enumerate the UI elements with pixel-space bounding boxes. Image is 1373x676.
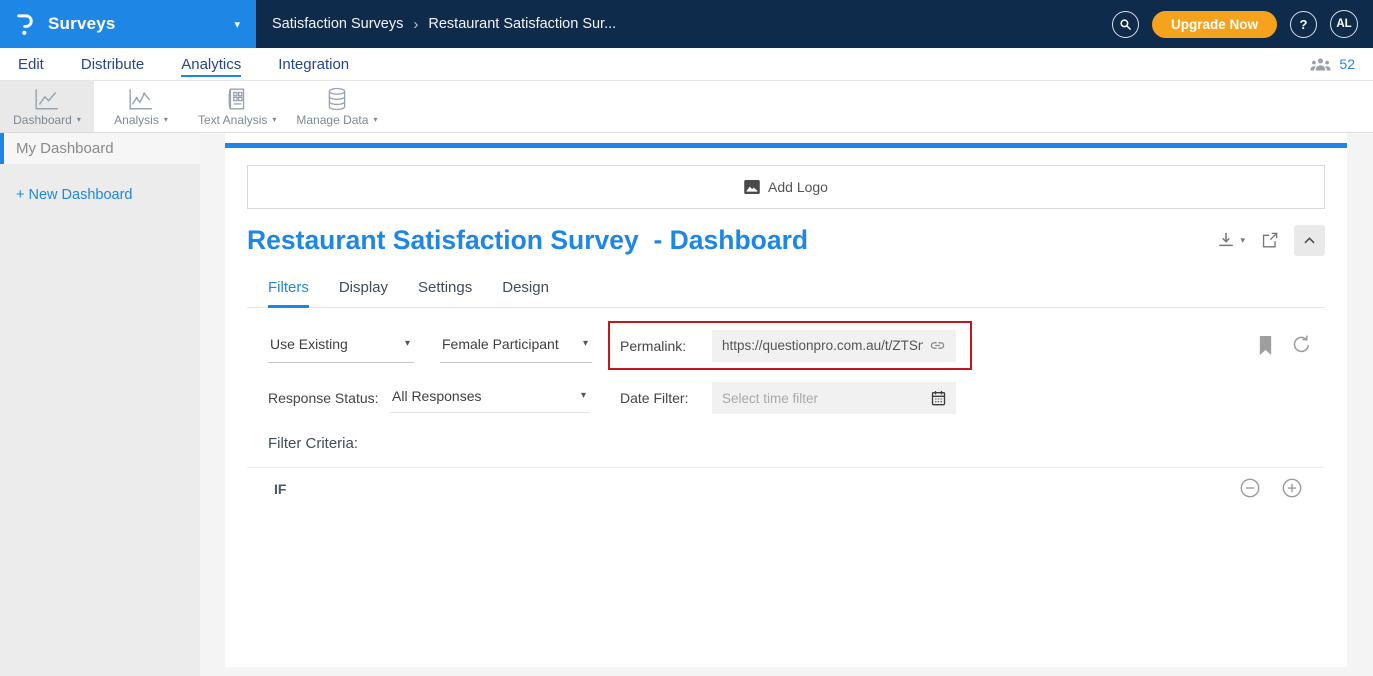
filter-criteria-label: Filter Criteria: xyxy=(268,435,358,452)
tab-settings[interactable]: Settings xyxy=(418,279,472,307)
chevron-down-icon: ▾ xyxy=(164,115,168,124)
breadcrumb-separator-icon: › xyxy=(413,16,418,33)
chevron-down-icon: ▾ xyxy=(77,115,81,124)
questionpro-logo-icon xyxy=(16,12,36,37)
response-status-label: Response Status: xyxy=(268,390,379,406)
topbar-actions: Upgrade Now ? AL xyxy=(1112,10,1373,38)
share-button[interactable] xyxy=(1260,231,1279,250)
card-accent-bar xyxy=(225,143,1347,148)
toolbar-item-analysis[interactable]: Analysis▾ xyxy=(94,81,188,132)
sidebar-item-my-dashboard[interactable]: My Dashboard xyxy=(0,133,200,164)
dashboard-chart-icon xyxy=(34,87,60,111)
collaborators-count: 52 xyxy=(1339,56,1355,72)
reset-filters-button[interactable] xyxy=(1291,334,1312,355)
product-switcher[interactable]: Surveys ▾ xyxy=(0,0,256,48)
page-body: My Dashboard + New Dashboard Add Logo Re… xyxy=(0,133,1373,676)
dashboard-card: Add Logo Restaurant Satisfaction Survey … xyxy=(225,133,1347,667)
analysis-chart-icon xyxy=(128,87,154,111)
permalink-input[interactable]: https://questionpro.com.au/t/ZTSnU xyxy=(712,330,956,362)
new-dashboard-button[interactable]: + New Dashboard xyxy=(0,187,200,203)
help-button[interactable]: ? xyxy=(1290,11,1317,38)
people-icon xyxy=(1310,57,1331,71)
settings-tabs: Filters Display Settings Design xyxy=(247,279,1325,308)
search-icon xyxy=(1119,18,1132,31)
breadcrumb: Satisfaction Surveys › Restaurant Satisf… xyxy=(272,16,616,33)
plus-circle-icon xyxy=(1281,487,1303,502)
title-actions: ▾ xyxy=(1216,225,1325,256)
breadcrumb-folder[interactable]: Satisfaction Surveys xyxy=(272,16,403,32)
caret-down-icon: ▾ xyxy=(583,338,588,349)
minus-circle-icon xyxy=(1239,487,1261,502)
search-button[interactable] xyxy=(1112,11,1139,38)
link-icon[interactable] xyxy=(929,337,946,354)
share-icon xyxy=(1260,237,1279,254)
remove-condition-button[interactable] xyxy=(1239,477,1261,499)
download-icon xyxy=(1216,230,1236,250)
right-gutter xyxy=(1347,133,1373,676)
download-button[interactable]: ▾ xyxy=(1216,230,1245,250)
tab-filters[interactable]: Filters xyxy=(268,279,309,308)
nav-item-analytics[interactable]: Analytics xyxy=(181,56,241,73)
tab-design[interactable]: Design xyxy=(502,279,549,307)
filter-select[interactable]: Use Existing ▾ xyxy=(268,329,414,363)
add-logo-dropzone[interactable]: Add Logo xyxy=(247,165,1325,209)
caret-down-icon: ▾ xyxy=(581,390,586,401)
page-title: Restaurant Satisfaction Survey - Dashboa… xyxy=(247,225,808,256)
participant-select[interactable]: Female Participant ▾ xyxy=(440,329,592,363)
annotation-highlight: Permalink: https://questionpro.com.au/t/… xyxy=(608,321,972,370)
date-filter-label: Date Filter: xyxy=(620,390,688,406)
top-bar: Surveys ▾ Satisfaction Surveys › Restaur… xyxy=(0,0,1373,48)
chevron-down-icon: ▾ xyxy=(272,115,276,124)
tab-display[interactable]: Display xyxy=(339,279,388,307)
if-condition-label: IF xyxy=(274,481,286,497)
toolbar-item-dashboard[interactable]: Dashboard▾ xyxy=(0,81,94,132)
product-name: Surveys xyxy=(48,14,116,34)
reset-icon xyxy=(1291,343,1312,358)
permalink-label: Permalink: xyxy=(620,338,712,354)
nav-item-integration[interactable]: Integration xyxy=(278,56,349,73)
text-analysis-icon xyxy=(225,87,249,111)
bookmark-button[interactable] xyxy=(1257,336,1274,355)
collapse-panel-button[interactable] xyxy=(1294,225,1325,256)
chevron-down-icon: ▾ xyxy=(234,18,240,31)
response-status-select[interactable]: All Responses ▾ xyxy=(390,383,590,413)
collaborators[interactable]: 52 xyxy=(1310,56,1355,72)
chevron-down-icon: ▾ xyxy=(1240,235,1245,246)
sidebar-gutter xyxy=(200,133,225,676)
dashboard-sidebar: My Dashboard + New Dashboard xyxy=(0,133,200,676)
caret-down-icon: ▾ xyxy=(405,338,410,349)
database-icon xyxy=(325,87,349,111)
add-condition-button[interactable] xyxy=(1281,477,1303,499)
breadcrumb-survey[interactable]: Restaurant Satisfaction Sur... xyxy=(428,16,616,32)
criteria-divider xyxy=(247,467,1325,468)
question-mark-icon: ? xyxy=(1300,17,1308,32)
chevron-down-icon: ▾ xyxy=(373,115,377,124)
date-filter-input[interactable]: Select time filter xyxy=(712,382,956,414)
toolbar-item-text-analysis[interactable]: Text Analysis▾ xyxy=(188,81,286,132)
survey-nav: Edit Distribute Analytics Integration 52 xyxy=(0,48,1373,81)
chevron-up-icon xyxy=(1302,233,1317,248)
add-logo-label: Add Logo xyxy=(768,179,828,195)
bookmark-icon xyxy=(1257,343,1274,358)
nav-item-edit[interactable]: Edit xyxy=(18,56,44,73)
avatar[interactable]: AL xyxy=(1330,10,1358,38)
nav-item-distribute[interactable]: Distribute xyxy=(81,56,144,73)
toolbar-item-manage-data[interactable]: Manage Data▾ xyxy=(286,81,387,132)
analytics-toolbar: Dashboard▾ Analysis▾ Text Analysis▾ xyxy=(0,81,1373,133)
upgrade-now-button[interactable]: Upgrade Now xyxy=(1152,11,1277,38)
image-icon xyxy=(744,180,760,194)
title-row: Restaurant Satisfaction Survey - Dashboa… xyxy=(247,223,1325,257)
calendar-icon[interactable] xyxy=(931,390,946,406)
